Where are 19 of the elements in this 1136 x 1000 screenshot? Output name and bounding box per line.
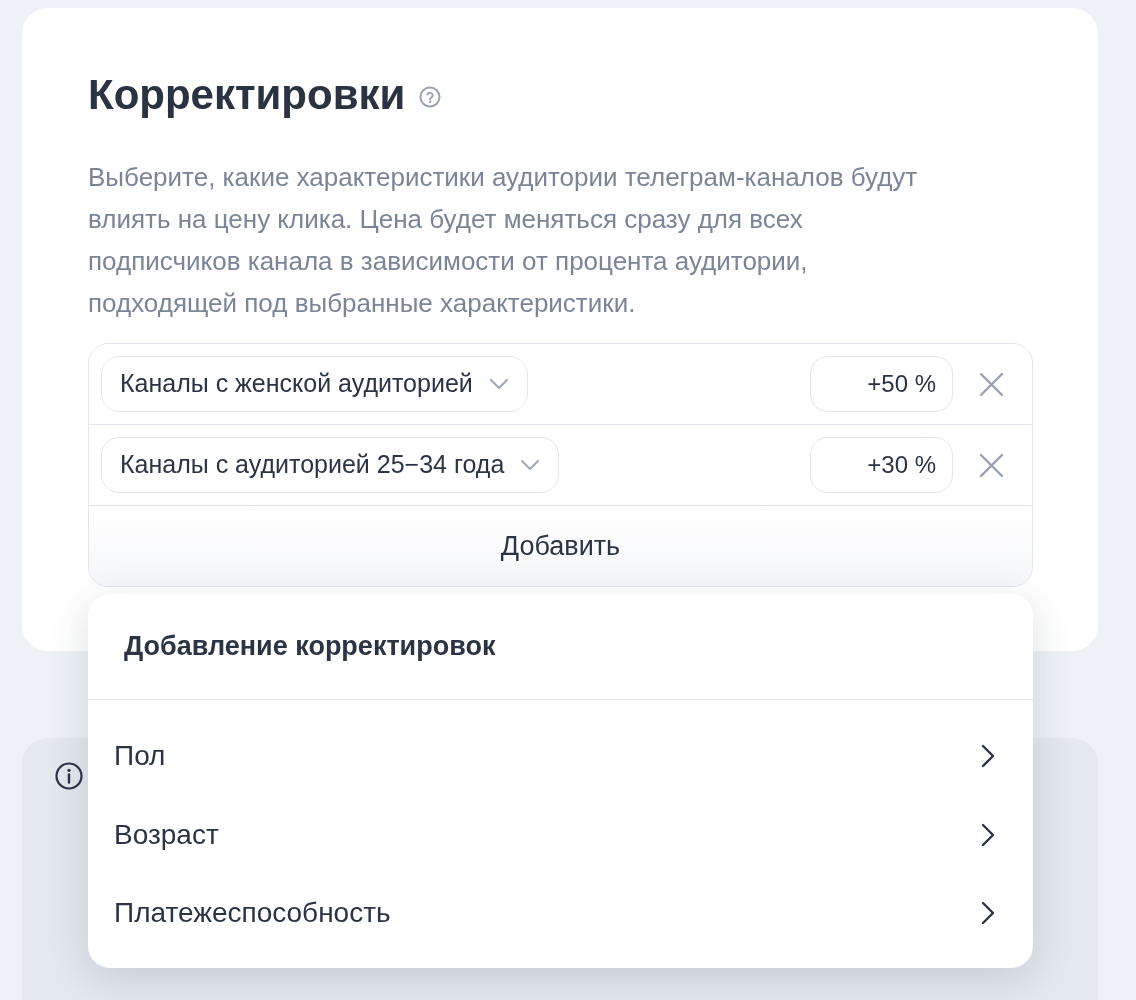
chevron-right-icon [981,744,995,769]
info-icon [55,762,83,790]
category-select[interactable]: Каналы с женской аудиторией [101,356,528,412]
chevron-right-icon [981,822,995,847]
help-icon[interactable] [419,86,442,108]
menu-title: Добавление корректировок [124,630,496,664]
close-icon[interactable] [979,452,1004,478]
menu-item[interactable]: Возраст [88,795,1033,874]
percent-field[interactable]: +30 % [810,437,953,493]
chevron-down-icon [488,378,509,390]
menu-item[interactable]: Пол [88,717,1033,796]
close-icon[interactable] [979,371,1004,397]
category-select[interactable]: Каналы с аудиторией 25−34 года [101,437,560,493]
chevron-down-icon [520,459,541,471]
percent-field[interactable]: +50 % [810,356,953,412]
menu-item[interactable]: Платежеспособность [88,874,1033,953]
chevron-right-icon [981,901,995,926]
card-title: Корректировки [88,70,406,120]
description-text: Выберите, какие характеристики аудитории телеграм-каналов будут влиять на цену клика. Цена будет меняться сразу для всех подписчиков канала в зависимости от процента аудитории, подходящей под выбранные характеристики. [88,161,919,320]
